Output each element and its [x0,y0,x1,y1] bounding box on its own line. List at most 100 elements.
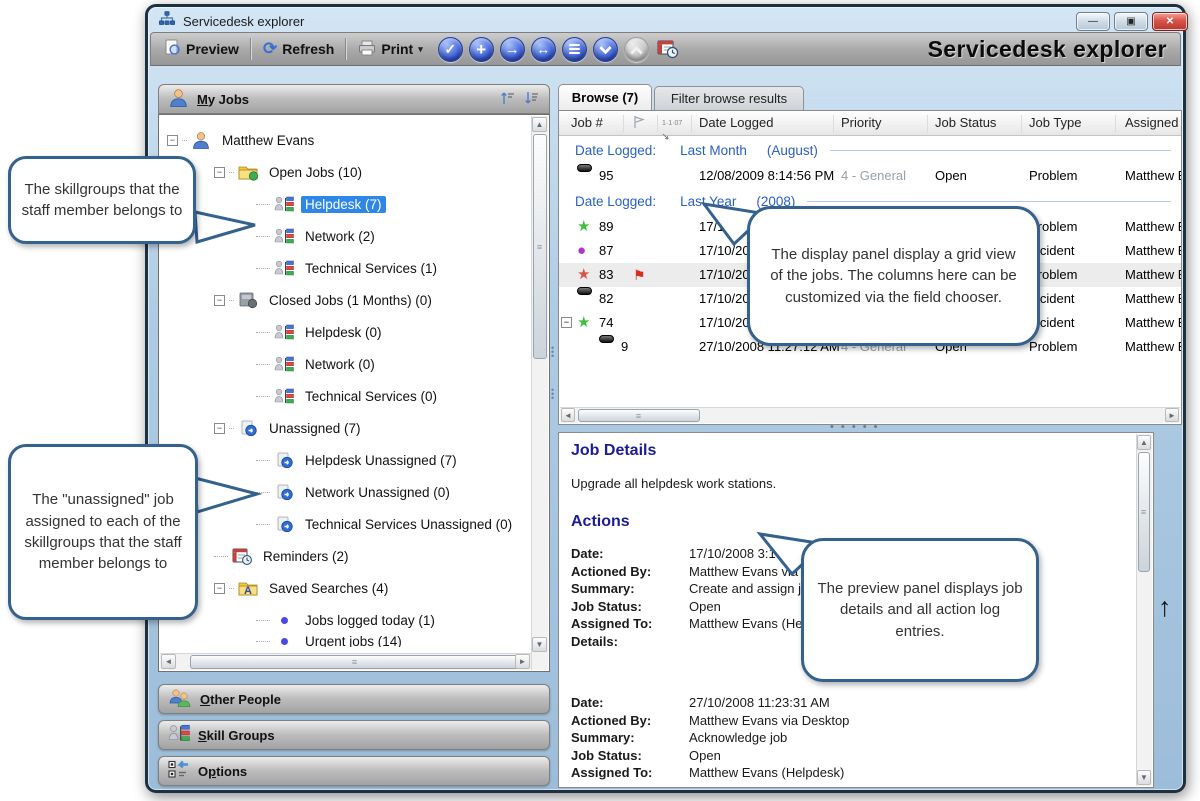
tree-item-closed-jobs-1-months-0[interactable]: − Closed Jobs (1 Months) (0) [160,284,531,316]
flag-column-icon[interactable] [633,115,646,132]
row-expander-icon[interactable]: − [561,317,572,328]
column-header-date-logged[interactable]: Date Logged [699,115,773,130]
scrollbar-thumb[interactable]: ≡ [190,655,520,669]
complete-job-button[interactable]: ✓ [437,36,463,62]
accordion-options[interactable]: Options [158,756,550,786]
tree-item-matthew-evans[interactable]: − Matthew Evans [160,124,531,156]
job-number: 83 [599,267,614,282]
sort-ascending-icon[interactable] [500,91,516,108]
scroll-down-arrow[interactable]: ▼ [1137,770,1151,785]
tree-item-reminders-2[interactable]: Reminders (2) [160,540,531,572]
tree-expander-icon[interactable]: − [214,166,225,178]
minimize-button[interactable]: — [1076,12,1110,31]
options-icon [168,760,190,782]
tree-item-helpdesk-0[interactable]: Helpdesk (0) [160,316,531,348]
accordion-skill-groups[interactable]: Skill Groups [158,720,550,750]
action-field-label: Assigned To: [571,765,653,780]
reminder-calendar-button[interactable] [656,37,680,61]
job-row[interactable]: 95 12/08/2009 8:14:56 PM 4 - General Open Pr… [559,164,1181,188]
preview-button[interactable]: Preview [160,37,243,61]
job-assigned: Matthew Evans [1125,219,1181,234]
tree-item-label: Technical Services (1) [305,260,438,276]
action-field-label: Summary: [571,581,635,596]
tree-horizontal-scrollbar[interactable]: ◄ ≡ ► [160,653,531,670]
action-field-label: Actioned By: [571,712,652,728]
action-log-entry: Date: 27/10/2008 11:23:31 AM Actioned By: M… [571,694,1131,782]
tree-item-open-jobs-10[interactable]: − Open Jobs (10) [160,156,531,188]
accordion-label: Options [198,763,248,779]
tab-browse[interactable]: Browse (7) [558,84,652,110]
scroll-right-arrow[interactable]: ► [1165,408,1179,422]
accordion-label: Other People [200,691,281,707]
my-jobs-header[interactable]: My Jobs [158,84,550,114]
print-dropdown-caret[interactable]: ▾ [418,44,423,55]
tree-item-urgent-jobs-14[interactable]: Urgent jobs (14) [160,636,531,647]
scrollbar-thumb[interactable]: ≡ [1138,452,1150,572]
job-assigned: Matthew Evans [1125,243,1181,258]
scroll-left-arrow[interactable]: ◄ [561,408,575,422]
tree-item-technical-services-1[interactable]: Technical Services (1) [160,252,531,284]
column-header-job-[interactable]: Job # [571,115,603,130]
vertical-splitter[interactable]: • • • [551,344,554,361]
sort-descending-icon[interactable] [524,91,540,108]
tree-expander-icon[interactable]: − [214,294,225,306]
people-icon [168,688,192,711]
add-job-button[interactable]: + [468,36,494,62]
horizontal-splitter[interactable]: • • • • • [830,421,879,433]
tree-expander-icon[interactable]: − [214,582,225,594]
tree-item-saved-searches-4[interactable]: − A Saved Searches (4) [160,572,531,604]
tab-filter-browse-results[interactable]: Filter browse results [654,86,804,110]
scrollbar-thumb[interactable]: ≡ [578,409,700,422]
tree-connector [229,171,234,173]
tree-connector [214,555,228,557]
tree-connector [256,523,270,525]
accordion-label: Skill Groups [198,727,275,743]
column-header-assigned[interactable]: Assigned [1125,115,1178,130]
details-vertical-scrollbar[interactable]: ▲ ≡ ▼ [1136,434,1152,786]
window-title: Servicedesk explorer [183,13,305,29]
scroll-down-arrow[interactable]: ▼ [532,637,547,652]
print-button[interactable]: Print ▾ [354,38,426,61]
group-row[interactable]: Date Logged: Last Month (August) [559,137,1181,164]
expand-horizontal-button[interactable]: ↔ [530,36,556,62]
tree-item-unassigned-7[interactable]: − Unassigned (7) [160,412,531,444]
scroll-right-arrow[interactable]: ► [515,654,530,669]
tree-item-label: Saved Searches (4) [269,580,389,596]
column-header-job-type[interactable]: Job Type [1029,115,1082,130]
job-number: 74 [599,315,614,330]
tree-item-technical-services-0[interactable]: Technical Services (0) [160,380,531,412]
column-separator [1115,115,1116,132]
action-field-label: Date: [571,695,604,710]
close-button[interactable]: ✕ [1152,12,1188,31]
list-view-button[interactable] [561,36,587,62]
tree-connector [256,619,270,621]
tree-vertical-scrollbar[interactable]: ▲ ≡ ▼ [531,116,548,670]
tree-expander-icon[interactable]: − [167,134,178,146]
tree-expander-icon[interactable]: − [214,422,225,434]
skillgroup-icon [272,194,296,214]
svg-text:A: A [244,585,252,597]
person-icon [168,88,189,110]
tree-item-label: Open Jobs (10) [269,164,363,180]
scroll-up-arrow[interactable]: ▲ [532,117,547,132]
scroll-down-button[interactable] [592,36,618,62]
scroll-left-arrow[interactable]: ◄ [161,654,176,669]
forward-button[interactable]: → [499,36,525,62]
group-rule [807,201,1171,202]
job-details-heading: Job Details [571,442,657,459]
scroll-up-button[interactable] [623,36,649,62]
tree-item-jobs-logged-today-1[interactable]: Jobs logged today (1) [160,604,531,636]
action-field-value: Acknowledge job [689,730,788,745]
tree-item-label: Network (0) [305,356,375,372]
vertical-splitter[interactable]: • • • [551,386,554,403]
column-header-priority[interactable]: Priority [841,115,881,130]
scrollbar-thumb[interactable]: ≡ [533,134,547,359]
column-header-job-status[interactable]: Job Status [935,115,996,130]
action-field-value: Matthew Evans (Helpdesk) [689,765,845,780]
maximize-button[interactable]: ▣ [1114,12,1148,31]
grid-header: Job # Date Logged Priority Job Status Job Ty… [559,111,1181,140]
accordion-other-people[interactable]: Other People [158,684,550,714]
tree-item-network-0[interactable]: Network (0) [160,348,531,380]
scroll-up-arrow[interactable]: ▲ [1137,435,1151,450]
refresh-button[interactable]: ⟳ Refresh [259,37,338,61]
